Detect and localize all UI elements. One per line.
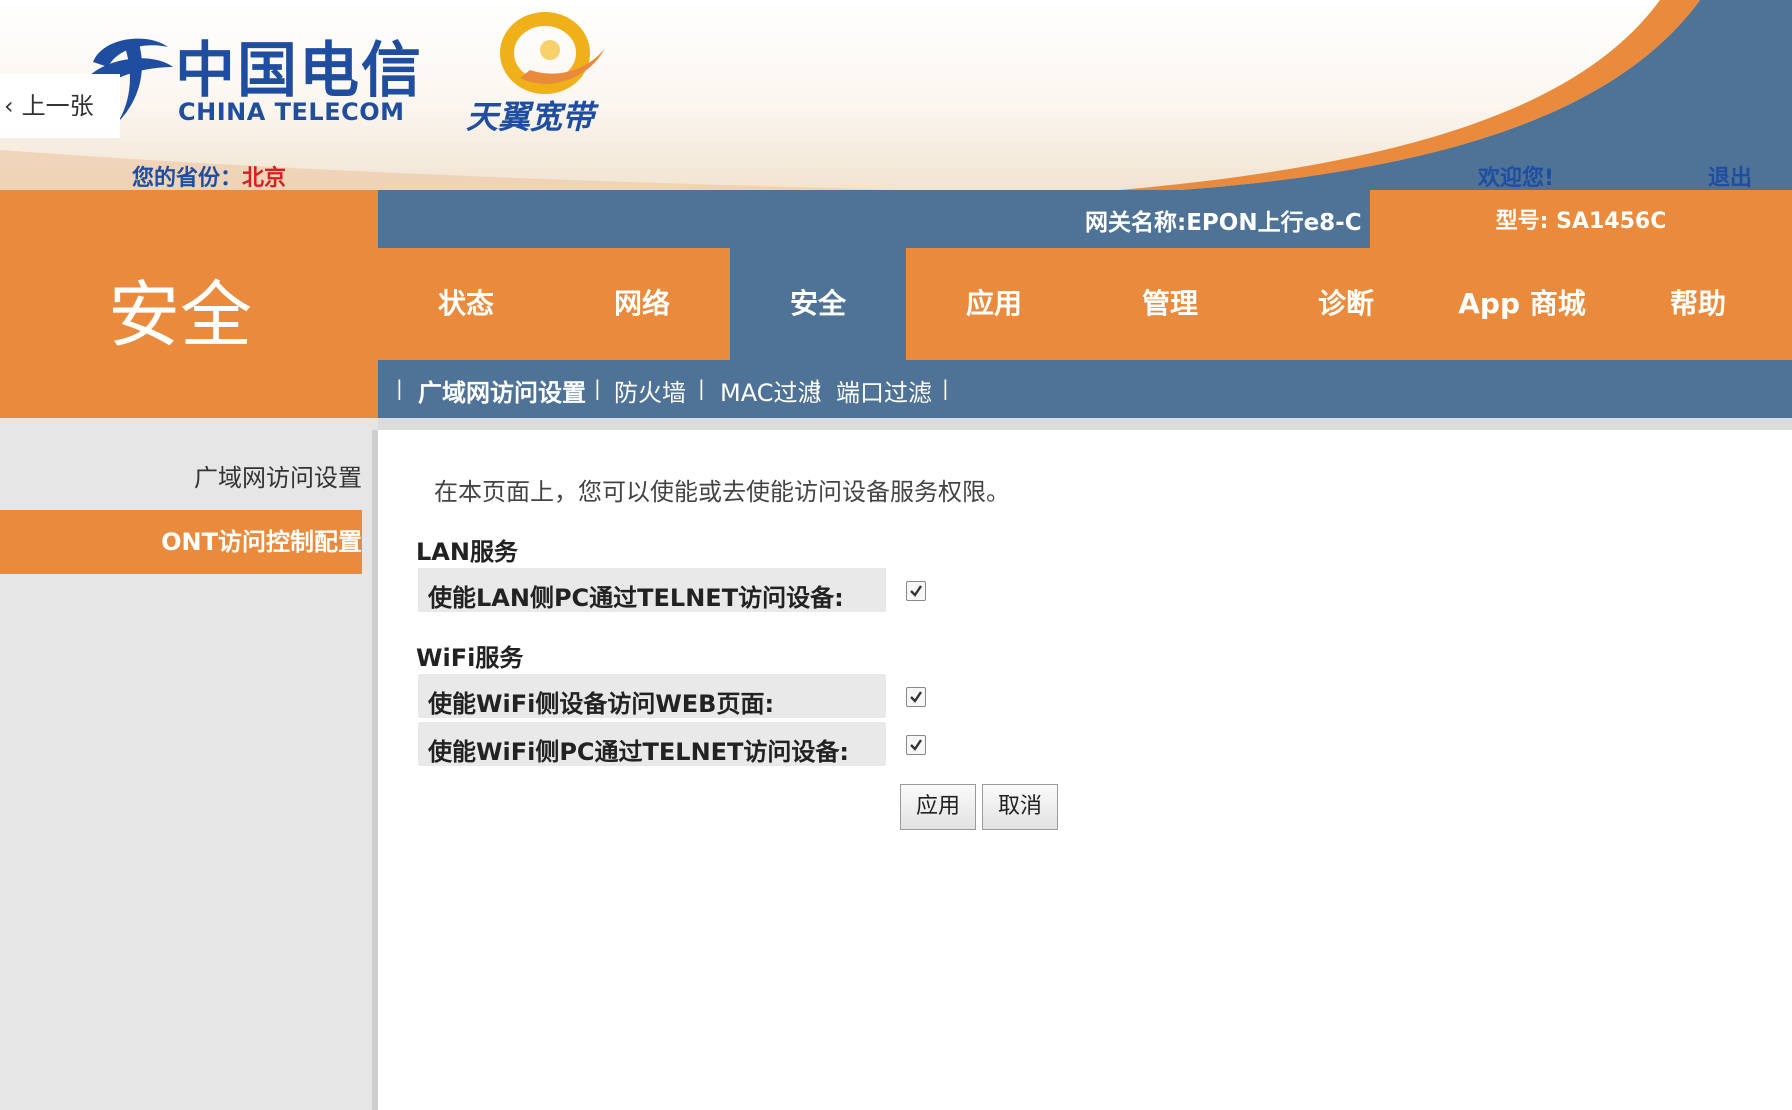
nav-tab-diagnosis[interactable]: 诊断 — [1258, 248, 1434, 360]
brand-text: 天翼宽带 — [466, 98, 595, 136]
device-model: 型号: SA1456C — [1495, 209, 1667, 234]
subnav-wan-access[interactable]: 广域网访问设置 — [418, 373, 586, 408]
tianyi-logo-icon — [500, 12, 605, 94]
logo-english-text: CHINA TELECOM — [178, 98, 405, 126]
lan-service-title: LAN服务 — [416, 538, 518, 566]
lan-telnet-checkbox[interactable] — [906, 581, 926, 601]
gateway-name: 网关名称:EPON上行e8-C — [1085, 210, 1362, 236]
nav-tab-status[interactable]: 状态 — [378, 248, 554, 360]
sidebar-item-ont-access-control[interactable]: ONT访问控制配置 — [0, 510, 362, 574]
apply-button[interactable]: 应用 — [900, 784, 976, 830]
page-description: 在本页面上，您可以使能或去使能访问设备服务权限。 — [434, 478, 1010, 506]
checkmark-icon — [910, 691, 922, 703]
checkmark-icon — [910, 585, 922, 597]
content-panel — [378, 430, 1792, 1110]
previous-image-button[interactable]: ‹ 上一张 — [0, 74, 120, 138]
wifi-web-checkbox[interactable] — [906, 687, 926, 707]
nav-tab-management[interactable]: 管理 — [1082, 248, 1258, 360]
subnav-port-filter[interactable]: 端口过滤 — [836, 373, 932, 408]
province-value: 北京 — [242, 166, 287, 190]
welcome-text: 欢迎您! — [1478, 166, 1555, 190]
nav-tab-network[interactable]: 网络 — [554, 248, 730, 360]
sub-nav-separator: | — [698, 376, 705, 400]
nav-tab-help[interactable]: 帮助 — [1610, 248, 1786, 360]
sub-nav-separator: | — [594, 376, 601, 400]
section-title: 安全 — [107, 273, 252, 357]
sub-nav-separator: | — [814, 376, 821, 400]
nav-tab-security[interactable]: 安全 — [730, 248, 906, 360]
content-top-band — [378, 418, 1792, 430]
subnav-mac-filter[interactable]: MAC过滤 — [720, 373, 821, 408]
logout-link[interactable]: 退出 — [1708, 160, 1752, 190]
wifi-telnet-checkbox[interactable] — [906, 735, 926, 755]
lan-telnet-label: 使能LAN侧PC通过TELNET访问设备: — [428, 584, 844, 612]
nav-tab-application[interactable]: 应用 — [906, 248, 1082, 360]
wifi-web-label: 使能WiFi侧设备访问WEB页面: — [428, 690, 775, 718]
sub-nav-separator: | — [942, 376, 949, 400]
header: 中国电信 CHINA TELECOM 天翼宽带 ‹ 上一张 您的省份：北京 欢迎您… — [0, 0, 1792, 190]
checkmark-icon — [910, 739, 922, 751]
chevron-left-icon: ‹ — [4, 92, 14, 120]
wifi-telnet-label: 使能WiFi侧PC通过TELNET访问设备: — [428, 738, 850, 766]
cancel-button[interactable]: 取消 — [982, 784, 1058, 830]
logo-chinese-text: 中国电信 — [175, 36, 423, 106]
subnav-firewall[interactable]: 防火墙 — [614, 373, 686, 408]
sidebar-item-wan-access[interactable]: 广域网访问设置 — [0, 446, 362, 510]
province-info: 您的省份：北京 — [132, 160, 286, 190]
sub-nav — [378, 360, 1792, 418]
nav-tab-app-store[interactable]: App 商城 — [1434, 248, 1610, 360]
sub-nav-separator: | — [396, 376, 403, 400]
previous-label: 上一张 — [21, 92, 94, 120]
province-label: 您的省份： — [132, 166, 243, 190]
wifi-service-title: WiFi服务 — [416, 644, 524, 672]
